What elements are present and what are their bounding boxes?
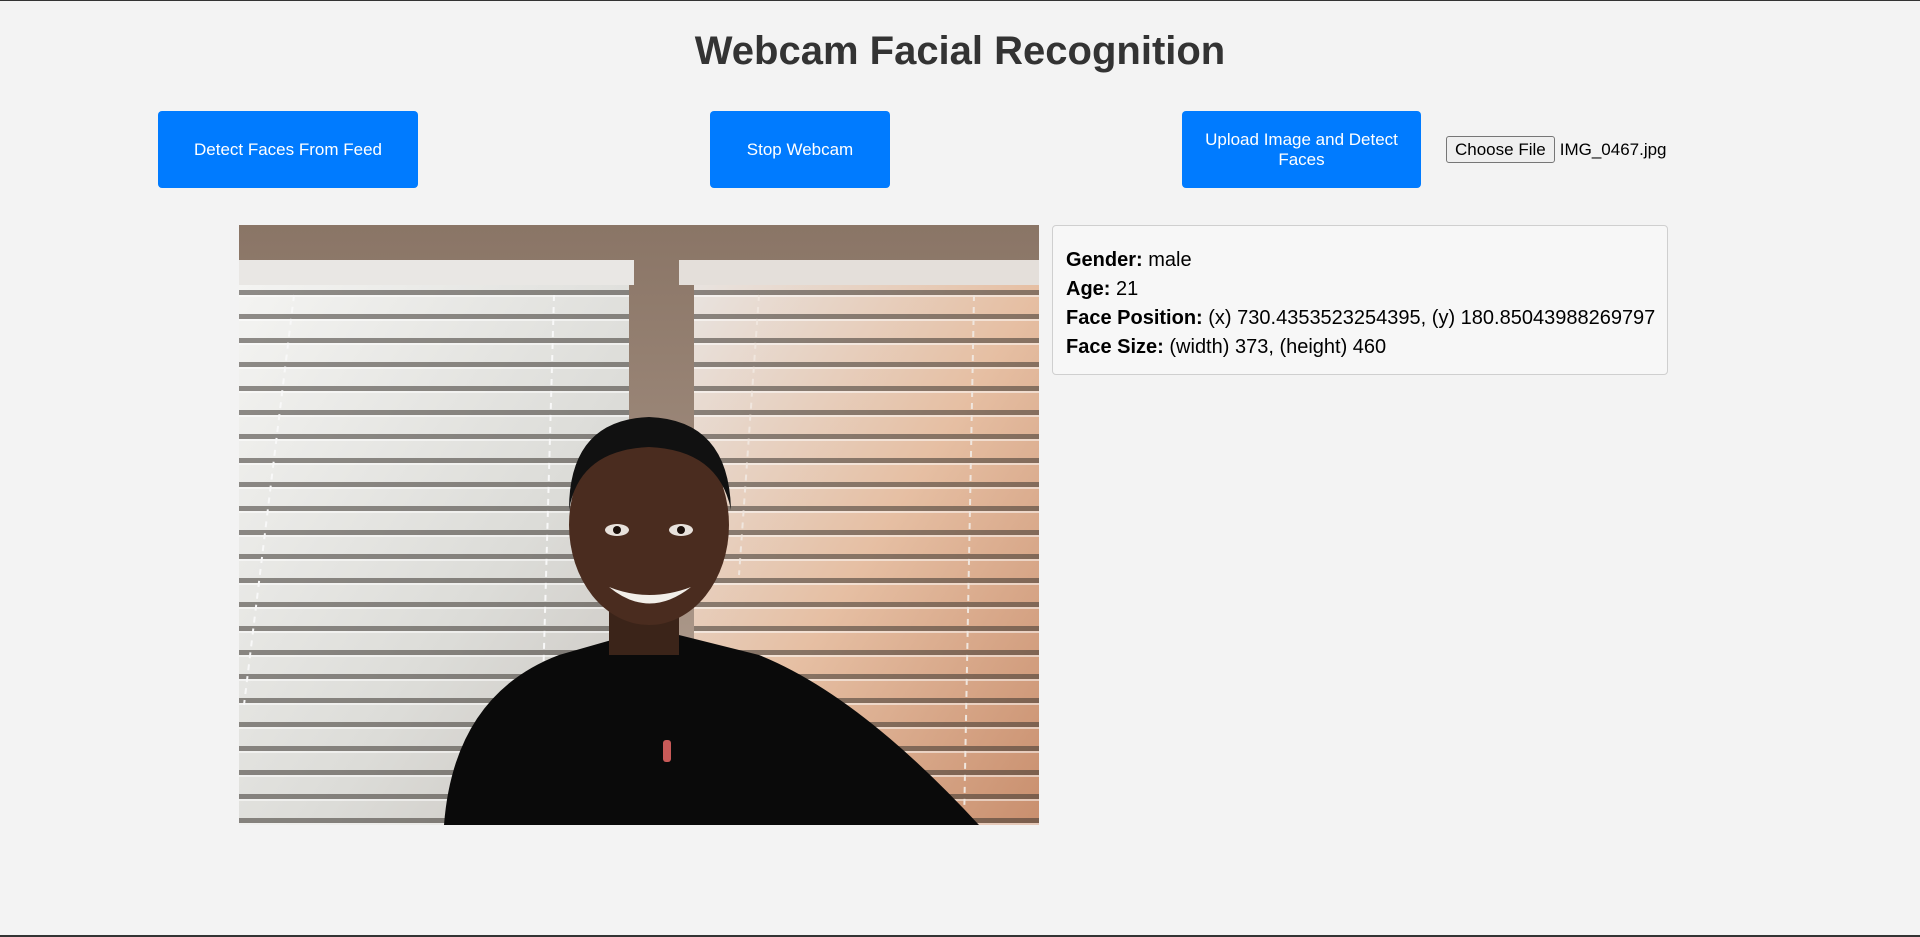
gender-label: Gender: <box>1066 249 1143 271</box>
webcam-video-frame <box>239 225 1039 825</box>
gender-value: male <box>1148 249 1192 271</box>
face-size-label: Face Size: <box>1066 336 1164 358</box>
page-title: Webcam Facial Recognition <box>694 29 1226 73</box>
age-row: Age: 21 <box>1066 275 1654 304</box>
face-position-row: Face Position: (x) 730.4353523254395, (y… <box>1066 304 1656 333</box>
face-size-row: Face Size: (width) 373, (height) 460 <box>1066 333 1654 362</box>
age-label: Age: <box>1066 278 1111 300</box>
face-results-panel: Gender: male Age: 21 Face Position: (x) … <box>1052 225 1668 375</box>
file-input[interactable]: Choose File IMG_0467.jpg <box>1446 136 1667 163</box>
webcam-video <box>239 225 1039 825</box>
choose-file-button[interactable]: Choose File <box>1446 136 1555 163</box>
stop-webcam-button[interactable]: Stop Webcam <box>710 111 890 188</box>
face-position-value: (x) 730.4353523254395, (y) 180.850439882… <box>1208 307 1656 329</box>
age-value: 21 <box>1116 278 1139 300</box>
gender-row: Gender: male <box>1066 246 1654 275</box>
detect-faces-button[interactable]: Detect Faces From Feed <box>158 111 418 188</box>
face-position-label: Face Position: <box>1066 307 1203 329</box>
selected-file-name: IMG_0467.jpg <box>1559 139 1667 159</box>
face-size-value: (width) 373, (height) 460 <box>1169 336 1387 358</box>
upload-detect-button[interactable]: Upload Image and Detect Faces <box>1182 111 1421 188</box>
